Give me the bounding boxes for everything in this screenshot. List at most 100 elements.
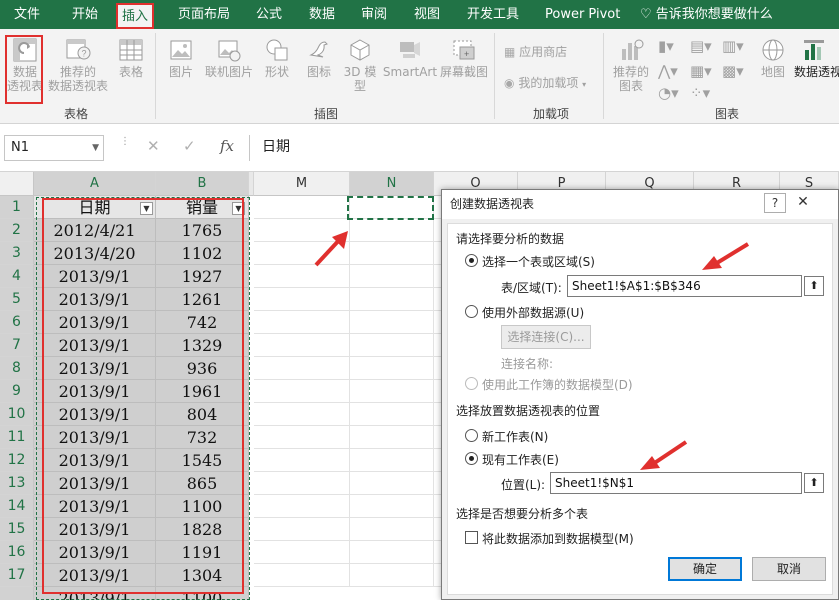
- empty-cell[interactable]: [254, 288, 350, 311]
- column-chart-button[interactable]: ▮▾: [658, 37, 674, 55]
- empty-cell[interactable]: [254, 334, 350, 357]
- scatter-chart-button[interactable]: ⁘▾: [690, 84, 710, 102]
- ok-button[interactable]: 确定: [668, 557, 742, 581]
- select-all-corner[interactable]: [0, 172, 34, 196]
- picture-button[interactable]: 图片: [164, 37, 198, 79]
- row-header[interactable]: 7: [0, 334, 34, 357]
- choose-connection-button[interactable]: 选择连接(C)...: [501, 325, 591, 349]
- tab-data[interactable]: 数据: [309, 0, 335, 29]
- row-header[interactable]: 9: [0, 380, 34, 403]
- radio-select-table-label[interactable]: 选择一个表或区域(S): [482, 253, 595, 270]
- chevron-down-icon[interactable]: ▼: [92, 136, 99, 160]
- row-header[interactable]: [0, 587, 34, 600]
- cancel-button[interactable]: 取消: [752, 557, 826, 581]
- empty-cell[interactable]: [350, 357, 434, 380]
- radio-select-table[interactable]: [465, 254, 478, 267]
- column-header-a[interactable]: A: [34, 172, 156, 196]
- radio-new-sheet[interactable]: [465, 429, 478, 442]
- store-button[interactable]: ▦ 应用商店: [504, 43, 567, 60]
- icons-button[interactable]: 图标: [302, 37, 336, 79]
- tab-file[interactable]: 文件: [14, 0, 40, 29]
- row-header[interactable]: 3: [0, 242, 34, 265]
- empty-cell[interactable]: [254, 541, 350, 564]
- recommended-charts-button[interactable]: 推荐的 图表: [610, 37, 652, 93]
- empty-cell[interactable]: [350, 564, 434, 587]
- waterfall-chart-button[interactable]: ▦▾: [690, 62, 712, 80]
- tab-power-pivot[interactable]: Power Pivot: [545, 0, 620, 29]
- radio-existing-sheet[interactable]: [465, 452, 478, 465]
- help-button[interactable]: ?: [764, 193, 786, 213]
- row-header[interactable]: 2: [0, 219, 34, 242]
- empty-cell[interactable]: [350, 449, 434, 472]
- tab-review[interactable]: 审阅: [361, 0, 387, 29]
- tab-home[interactable]: 开始: [72, 0, 98, 29]
- row-header[interactable]: 4: [0, 265, 34, 288]
- row-header[interactable]: 6: [0, 311, 34, 334]
- empty-cell[interactable]: [254, 472, 350, 495]
- tell-me-box[interactable]: ♡ 告诉我你想要做什么: [640, 0, 773, 29]
- add-to-data-model-label[interactable]: 将此数据添加到数据模型(M): [482, 530, 634, 547]
- hierarchy-chart-button[interactable]: ▤▾: [690, 37, 712, 55]
- combo-chart-button[interactable]: ▩▾: [722, 62, 744, 80]
- tab-formulas[interactable]: 公式: [256, 0, 282, 29]
- location-input[interactable]: Sheet1!$N$1: [550, 472, 802, 494]
- collapse-location-button[interactable]: ⬆: [804, 473, 824, 493]
- name-box[interactable]: N1 ▼: [4, 135, 104, 161]
- row-header[interactable]: 16: [0, 541, 34, 564]
- row-header[interactable]: 1: [0, 196, 34, 219]
- empty-cell[interactable]: [350, 242, 434, 265]
- row-header[interactable]: 5: [0, 288, 34, 311]
- empty-cell[interactable]: [350, 219, 434, 242]
- empty-cell[interactable]: [350, 518, 434, 541]
- radio-external-source[interactable]: [465, 305, 478, 318]
- row-header[interactable]: 12: [0, 449, 34, 472]
- shapes-button[interactable]: 形状: [260, 37, 294, 79]
- empty-cell[interactable]: [350, 426, 434, 449]
- row-header[interactable]: 11: [0, 426, 34, 449]
- collapse-range-button[interactable]: ⬆: [804, 276, 824, 296]
- column-header-n[interactable]: N: [350, 172, 434, 196]
- 3d-models-button[interactable]: 3D 模 型: [340, 37, 380, 93]
- add-to-data-model-checkbox[interactable]: [465, 531, 478, 544]
- empty-cell[interactable]: [254, 426, 350, 449]
- cancel-icon[interactable]: ✕: [147, 137, 160, 155]
- empty-cell[interactable]: [254, 564, 350, 587]
- radio-new-sheet-label[interactable]: 新工作表(N): [482, 428, 548, 445]
- row-header[interactable]: 14: [0, 495, 34, 518]
- table-button[interactable]: 表格: [112, 37, 150, 79]
- my-addins-button[interactable]: ◉ 我的加载项 ▾: [504, 74, 586, 91]
- empty-cell[interactable]: [350, 311, 434, 334]
- row-header[interactable]: 10: [0, 403, 34, 426]
- empty-cell[interactable]: [254, 495, 350, 518]
- recommended-pivot-button[interactable]: ? 推荐的 数据透视表: [48, 37, 108, 93]
- table-range-input[interactable]: Sheet1!$A$1:$B$346: [567, 275, 802, 297]
- radio-existing-sheet-label[interactable]: 现有工作表(E): [482, 451, 559, 468]
- row-header[interactable]: 13: [0, 472, 34, 495]
- empty-cell[interactable]: [350, 380, 434, 403]
- enter-icon[interactable]: ✓: [183, 137, 196, 155]
- maps-button[interactable]: 地图: [756, 37, 790, 79]
- pie-chart-button[interactable]: ◔▾: [658, 84, 679, 102]
- empty-cell[interactable]: [254, 380, 350, 403]
- column-header-b[interactable]: B: [156, 172, 249, 196]
- screenshot-button[interactable]: + 屏幕截图: [438, 37, 490, 79]
- online-picture-button[interactable]: 联机图片: [202, 37, 256, 79]
- tab-view[interactable]: 视图: [414, 0, 440, 29]
- empty-cell[interactable]: [350, 495, 434, 518]
- empty-cell[interactable]: [350, 403, 434, 426]
- empty-cell[interactable]: [350, 288, 434, 311]
- empty-cell[interactable]: [350, 334, 434, 357]
- column-header-m[interactable]: M: [254, 172, 350, 196]
- formula-input[interactable]: 日期: [249, 135, 839, 161]
- tab-developer[interactable]: 开发工具: [467, 0, 519, 29]
- line-chart-button[interactable]: ⋀▾: [658, 62, 678, 80]
- statistic-chart-button[interactable]: ▥▾: [722, 37, 744, 55]
- empty-cell[interactable]: [254, 311, 350, 334]
- row-header[interactable]: 17: [0, 564, 34, 587]
- radio-external-source-label[interactable]: 使用外部数据源(U): [482, 304, 584, 321]
- insert-function-icon[interactable]: fx: [220, 137, 234, 155]
- tab-page-layout[interactable]: 页面布局: [178, 0, 230, 29]
- pivot-chart-button[interactable]: 数据透视: [794, 37, 839, 79]
- row-header[interactable]: 8: [0, 357, 34, 380]
- empty-cell[interactable]: [254, 403, 350, 426]
